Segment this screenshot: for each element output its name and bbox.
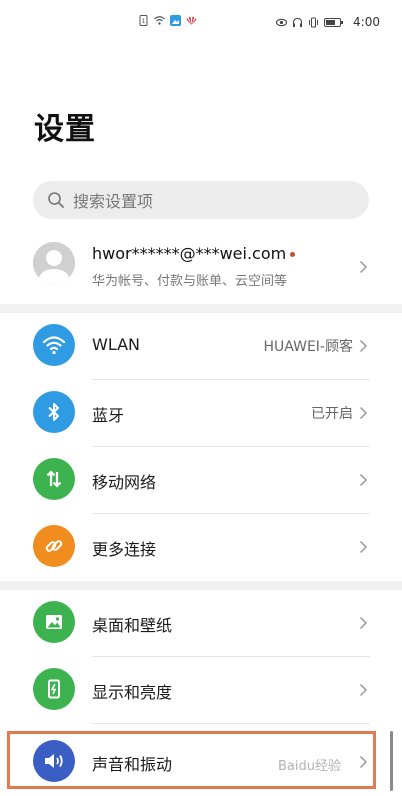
wifi-icon <box>154 16 165 25</box>
vibrate-icon <box>309 17 319 27</box>
search-input[interactable]: 搜索设置项 <box>33 181 369 219</box>
settings-item-value: 已开启 <box>311 406 353 422</box>
account-subtitle: 华为帐号、付款与账单、云空间等 <box>92 274 288 289</box>
svg-text:1: 1 <box>142 18 146 25</box>
settings-item-label: 更多连接 <box>92 540 157 559</box>
mobile-network-icon <box>33 458 75 500</box>
connectivity-group: WLAN HUAWEI-顾客 蓝牙 已开启 移动网络 更多连接 <box>0 313 402 581</box>
avatar-icon <box>33 242 75 284</box>
settings-item-more-connections[interactable]: 更多连接 <box>0 514 402 580</box>
settings-item-label: WLAN <box>92 335 141 354</box>
sim-icon: 1 <box>139 15 148 26</box>
settings-item-display[interactable]: 显示和亮度 <box>0 657 402 723</box>
settings-item-wlan[interactable]: WLAN HUAWEI-顾客 <box>0 313 402 379</box>
wifi-icon <box>33 324 75 366</box>
settings-item-value: HUAWEI-顾客 <box>263 339 353 355</box>
watermark: Baidu经验 <box>278 759 341 774</box>
settings-item-mobile-network[interactable]: 移动网络 <box>0 447 402 513</box>
search-icon <box>48 192 64 208</box>
settings-item-label: 桌面和壁纸 <box>92 616 173 635</box>
status-bar: 1 4:00 <box>0 0 402 40</box>
settings-item-wallpaper[interactable]: 桌面和壁纸 <box>0 590 402 656</box>
chevron-right-icon <box>359 540 368 554</box>
link-icon <box>33 525 75 567</box>
status-left-icons: 1 <box>138 15 197 26</box>
account-row[interactable]: hwor******@***wei.com 华为帐号、付款与账单、云空间等 <box>0 234 402 300</box>
account-name: hwor******@***wei.com <box>92 244 296 263</box>
gallery-icon <box>170 15 181 26</box>
settings-item-label: 显示和亮度 <box>92 683 173 702</box>
scrollbar[interactable] <box>390 731 393 791</box>
search-placeholder: 搜索设置项 <box>73 192 154 211</box>
avatar <box>33 242 75 284</box>
status-right-icons: 4:00 <box>276 15 380 29</box>
settings-item-label: 蓝牙 <box>92 406 125 425</box>
page-title: 设置 <box>34 112 96 147</box>
wallpaper-icon <box>33 601 75 643</box>
chevron-right-icon <box>359 406 368 420</box>
chevron-right-icon <box>359 473 368 487</box>
chevron-right-icon <box>359 260 368 274</box>
huawei-icon <box>186 16 197 25</box>
divider <box>92 723 370 724</box>
chevron-right-icon <box>359 339 368 353</box>
notification-dot <box>290 252 296 257</box>
display-icon <box>33 668 75 710</box>
settings-item-bluetooth[interactable]: 蓝牙 已开启 <box>0 380 402 446</box>
headphone-icon <box>292 17 303 27</box>
settings-item-label: 移动网络 <box>92 473 157 492</box>
chevron-right-icon <box>359 616 368 630</box>
battery-icon <box>324 17 344 27</box>
chevron-right-icon <box>359 683 368 697</box>
bluetooth-icon <box>33 391 75 433</box>
status-time: 4:00 <box>353 15 380 29</box>
eye-icon <box>276 18 288 26</box>
